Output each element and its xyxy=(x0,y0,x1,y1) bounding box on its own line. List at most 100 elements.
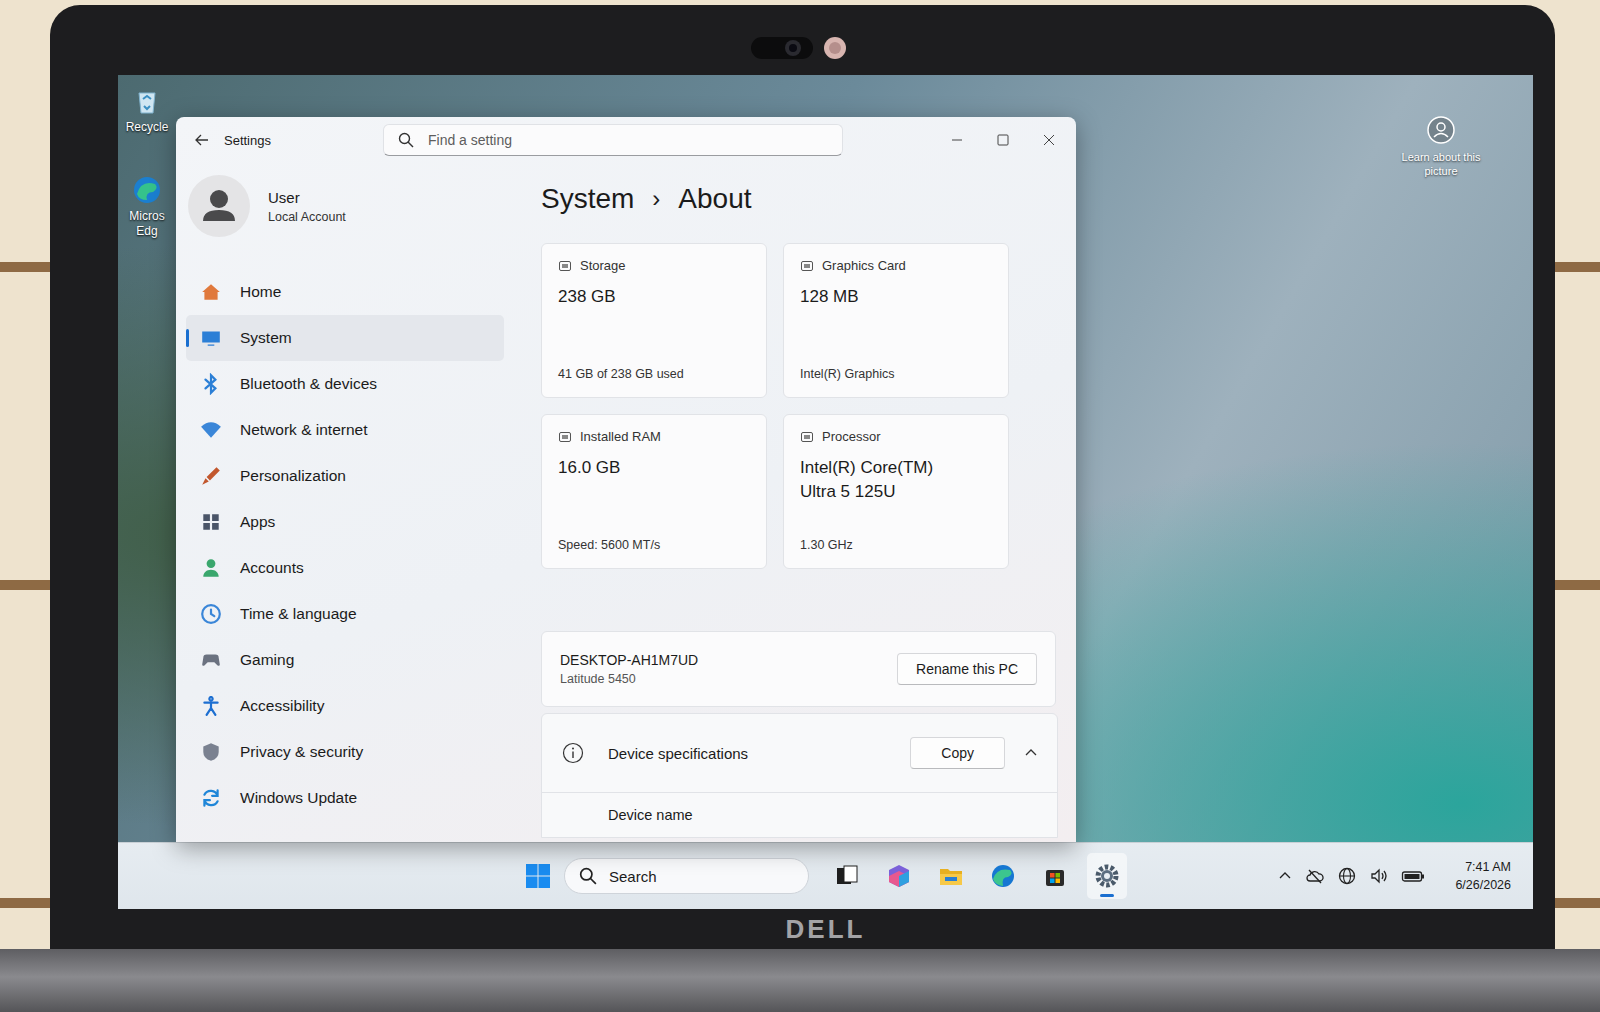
desktop-shortcut[interactable]: Recycle xyxy=(126,85,169,134)
info-icon xyxy=(562,742,584,764)
breadcrumb: System › About xyxy=(541,181,1076,217)
device-name-row: DESKTOP-AH1M7UD Latitude 5450 Rename thi… xyxy=(541,631,1056,707)
account-name: User xyxy=(268,189,346,206)
store-icon xyxy=(1041,862,1069,890)
sidebar: User Local Account Home System Bluetooth… xyxy=(176,163,526,842)
desktop: Recycle MicrosEdg Learn about this pictu… xyxy=(118,75,1533,842)
nav-list: Home System Bluetooth & devices Network … xyxy=(186,269,526,821)
close-icon[interactable] xyxy=(1026,125,1072,155)
maximize-icon[interactable] xyxy=(980,125,1026,155)
recycle-bin-icon xyxy=(131,85,163,117)
microsoft-365-icon xyxy=(885,862,913,890)
battery-icon[interactable] xyxy=(1401,866,1425,886)
processor-icon xyxy=(800,430,814,444)
sidebar-item[interactable]: Network & internet xyxy=(186,407,504,453)
accessibility-icon xyxy=(200,695,222,717)
globe-icon[interactable] xyxy=(1337,866,1357,886)
settings-gear-icon xyxy=(1093,862,1121,890)
rename-button[interactable]: Rename this PC xyxy=(897,653,1037,685)
breadcrumb-separator: › xyxy=(652,181,660,217)
sidebar-item[interactable]: Windows Update xyxy=(186,775,504,821)
window-title: Settings xyxy=(224,133,271,148)
about-page: System › About Storage 238 GB 41 GB of 2… xyxy=(526,163,1076,842)
sidebar-item[interactable]: Home xyxy=(186,269,504,315)
device-specifications: Device specifications Copy Device name xyxy=(541,713,1058,838)
avatar-icon xyxy=(188,175,250,237)
brush-icon xyxy=(200,465,222,487)
sidebar-item[interactable]: Apps xyxy=(186,499,504,545)
settings-window: Settings Find a setting User Local Accou… xyxy=(176,117,1076,842)
drive-icon xyxy=(558,259,572,273)
sidebar-item[interactable]: Gaming xyxy=(186,637,504,683)
graphics-card-icon xyxy=(800,259,814,273)
spec-card: Graphics Card 128 MB Intel(R) Graphics xyxy=(783,243,1009,398)
bezel-chin: DELL xyxy=(118,909,1533,949)
taskbar-app[interactable] xyxy=(879,853,919,899)
brand-logo: DELL xyxy=(786,914,866,945)
speaker-icon[interactable] xyxy=(1369,866,1389,886)
account-type: Local Account xyxy=(268,210,346,224)
desktop-shortcut[interactable]: MicrosEdg xyxy=(129,174,164,238)
spec-row: Device name xyxy=(542,792,1057,837)
spec-card: Storage 238 GB 41 GB of 238 GB used xyxy=(541,243,767,398)
controller-icon xyxy=(200,649,222,671)
taskbar-app[interactable] xyxy=(931,853,971,899)
sidebar-item[interactable]: Bluetooth & devices xyxy=(186,361,504,407)
spec-card: Processor Intel(R) Core(TM)Ultra 5 125U … xyxy=(783,414,1009,569)
taskbar-app[interactable] xyxy=(983,853,1023,899)
window-body: User Local Account Home System Bluetooth… xyxy=(176,163,1076,842)
sidebar-item[interactable]: System xyxy=(186,315,504,361)
taskbar-app[interactable] xyxy=(1035,853,1075,899)
photo-scene: Recycle MicrosEdg Learn about this pictu… xyxy=(0,0,1600,1012)
sidebar-item[interactable]: Accessibility xyxy=(186,683,504,729)
file-explorer-icon xyxy=(937,862,965,890)
window-controls xyxy=(934,125,1076,155)
sidebar-item[interactable]: Personalization xyxy=(186,453,504,499)
copy-button[interactable]: Copy xyxy=(910,737,1005,769)
pc-model: Latitude 5450 xyxy=(560,672,698,686)
bluetooth-icon xyxy=(200,373,222,395)
taskbar-search[interactable]: Search xyxy=(564,858,809,894)
clock-icon xyxy=(200,603,222,625)
breadcrumb-parent[interactable]: System xyxy=(541,181,634,217)
edge-icon xyxy=(989,862,1017,890)
windows-logo-icon[interactable] xyxy=(524,862,552,890)
task-view-icon xyxy=(833,862,861,890)
back-arrow-icon[interactable] xyxy=(194,132,210,148)
camera-circle-icon xyxy=(1426,115,1456,145)
chevron-up-icon[interactable] xyxy=(1277,868,1293,884)
wifi-icon xyxy=(200,419,222,441)
laptop-base xyxy=(0,949,1600,1012)
breadcrumb-current: About xyxy=(678,181,751,217)
sidebar-item[interactable]: Accounts xyxy=(186,545,504,591)
update-icon xyxy=(200,787,222,809)
title-bar: Settings Find a setting xyxy=(176,117,1076,163)
account-card[interactable]: User Local Account xyxy=(188,175,526,237)
home-icon xyxy=(200,281,222,303)
clock[interactable]: 7:41 AM 6/26/2026 xyxy=(1455,858,1511,894)
laptop-bezel: Recycle MicrosEdg Learn about this pictu… xyxy=(50,5,1555,949)
spec-card: Installed RAM 16.0 GB Speed: 5600 MT/s xyxy=(541,414,767,569)
desktop-icons: Recycle MicrosEdg xyxy=(120,85,174,238)
magnifier-icon xyxy=(579,867,597,885)
active-indicator xyxy=(1100,894,1114,897)
cloud-icon[interactable] xyxy=(1305,866,1325,886)
webcam-icon xyxy=(743,33,863,63)
shield-icon xyxy=(200,741,222,763)
monitor-icon xyxy=(200,327,222,349)
sidebar-item[interactable]: Privacy & security xyxy=(186,729,504,775)
pc-name: DESKTOP-AH1M7UD xyxy=(560,652,698,668)
chevron-up-icon[interactable] xyxy=(1023,745,1039,761)
spotlight-button[interactable]: Learn about this picture xyxy=(1399,115,1483,179)
minimize-icon[interactable] xyxy=(934,125,980,155)
selection-indicator xyxy=(186,329,189,347)
edge-icon xyxy=(131,174,163,206)
person-icon xyxy=(200,557,222,579)
sidebar-item[interactable]: Time & language xyxy=(186,591,504,637)
taskbar-app[interactable] xyxy=(827,853,867,899)
magnifier-icon xyxy=(398,132,414,148)
settings-search[interactable]: Find a setting xyxy=(383,124,843,156)
taskbar-app[interactable] xyxy=(1087,853,1127,899)
taskbar: Search 7:41 AM 6/26/2026 xyxy=(118,842,1533,909)
specs-header[interactable]: Device specifications Copy xyxy=(542,714,1057,792)
